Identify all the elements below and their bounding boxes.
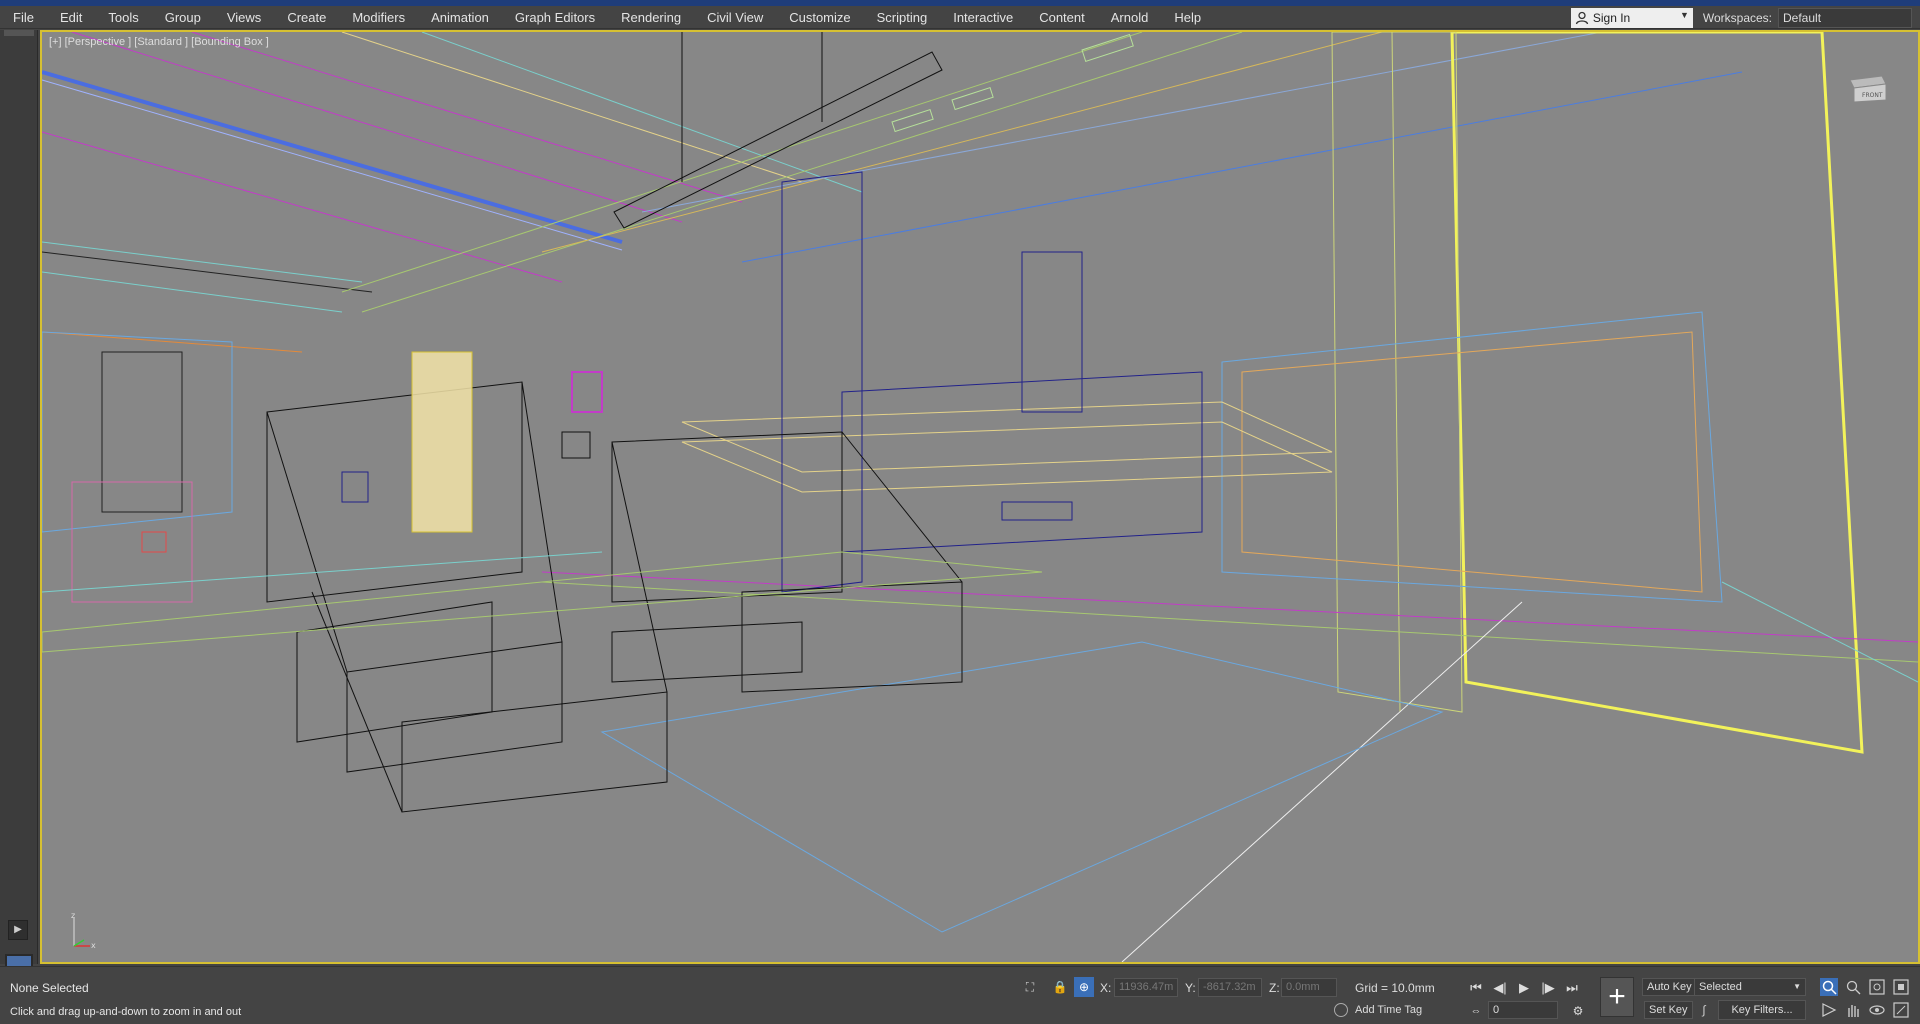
absolute-mode-icon[interactable]: ⊕ bbox=[1074, 977, 1094, 997]
svg-text:x: x bbox=[91, 941, 96, 950]
selection-status: None Selected bbox=[10, 981, 89, 995]
orbit-icon[interactable] bbox=[1868, 1001, 1886, 1019]
current-frame-field[interactable]: 0 bbox=[1488, 1001, 1558, 1019]
lock-selection-icon[interactable]: 🔒 bbox=[1050, 977, 1070, 997]
menu-arnold[interactable]: Arnold bbox=[1098, 6, 1162, 29]
workspaces-label: Workspaces: bbox=[1702, 10, 1772, 25]
time-config-icon[interactable]: ⇔ bbox=[1466, 1001, 1486, 1021]
key-filters-button[interactable]: Key Filters... bbox=[1718, 1000, 1806, 1020]
field-of-view-icon[interactable] bbox=[1820, 1001, 1838, 1019]
menu-interactive[interactable]: Interactive bbox=[940, 6, 1026, 29]
menu-animation[interactable]: Animation bbox=[418, 6, 502, 29]
left-toolbar: ▶ bbox=[0, 30, 38, 990]
menu-create[interactable]: Create bbox=[274, 6, 339, 29]
menu-right-group: Sign In ▼ Workspaces: Default bbox=[1570, 6, 1920, 29]
z-label: Z: bbox=[1269, 981, 1280, 995]
menu-group[interactable]: Group bbox=[152, 6, 214, 29]
zoom-icon[interactable] bbox=[1820, 978, 1838, 996]
menu-edit[interactable]: Edit bbox=[47, 6, 95, 29]
play-icon[interactable]: ▶ bbox=[1514, 978, 1534, 998]
axis-tripod-icon: z x bbox=[71, 912, 96, 950]
x-coordinate-field[interactable]: 11936.47m bbox=[1114, 978, 1178, 997]
perspective-viewport[interactable]: [+] [Perspective ] [Standard ] [Bounding… bbox=[40, 30, 1920, 964]
viewport-label[interactable]: [+] [Perspective ] [Standard ] [Bounding… bbox=[49, 36, 269, 48]
menu-civil-view[interactable]: Civil View bbox=[694, 6, 776, 29]
z-coordinate-field[interactable]: 0.0mm bbox=[1281, 978, 1337, 997]
play-expand-icon[interactable]: ▶ bbox=[8, 920, 28, 940]
viewcube-label: FRONT bbox=[1862, 92, 1883, 99]
wireframe-scene bbox=[42, 32, 1918, 962]
menu-views[interactable]: Views bbox=[214, 6, 274, 29]
menu-customize[interactable]: Customize bbox=[776, 6, 863, 29]
status-bar: None Selected Click and drag up-and-down… bbox=[0, 966, 1920, 1024]
go-to-end-icon[interactable]: ⏭ bbox=[1562, 978, 1582, 998]
go-to-start-icon[interactable]: ⏮ bbox=[1466, 978, 1486, 998]
menu-tools[interactable]: Tools bbox=[95, 6, 151, 29]
previous-frame-icon[interactable]: ◀| bbox=[1490, 978, 1510, 998]
key-mode-icon[interactable]: ∫ bbox=[1694, 1000, 1714, 1020]
maximize-viewport-icon[interactable] bbox=[1892, 1001, 1910, 1019]
menu-rendering[interactable]: Rendering bbox=[608, 6, 694, 29]
workspace-select[interactable]: Default bbox=[1778, 7, 1912, 28]
auto-key-button[interactable]: Auto Key bbox=[1642, 978, 1697, 996]
chevron-down-icon: ▼ bbox=[1793, 982, 1801, 991]
menu-modifiers[interactable]: Modifiers bbox=[339, 6, 418, 29]
time-configuration-icon[interactable]: ⚙ bbox=[1568, 1001, 1588, 1021]
zoom-extents-icon[interactable] bbox=[1868, 978, 1886, 996]
next-frame-icon[interactable]: |▶ bbox=[1538, 978, 1558, 998]
sign-in-label: Sign In bbox=[1592, 10, 1631, 25]
toolbar-handle[interactable] bbox=[4, 30, 34, 36]
menu-bar: File Edit Tools Group Views Create Modif… bbox=[0, 6, 1920, 29]
menu-file[interactable]: File bbox=[0, 6, 47, 29]
key-selection-value: Selected bbox=[1699, 981, 1742, 993]
set-keys-icon[interactable]: + bbox=[1600, 977, 1634, 1017]
key-selection-dropdown[interactable]: Selected ▼ bbox=[1694, 978, 1806, 996]
menu-graph-editors[interactable]: Graph Editors bbox=[502, 6, 608, 29]
svg-text:z: z bbox=[71, 912, 75, 920]
pan-hand-icon[interactable] bbox=[1844, 1001, 1862, 1019]
x-label: X: bbox=[1100, 981, 1112, 995]
y-label: Y: bbox=[1185, 981, 1196, 995]
chevron-down-icon: ▼ bbox=[1679, 9, 1689, 20]
zoom-extents-all-icon[interactable] bbox=[1892, 978, 1910, 996]
sign-in-dropdown[interactable]: Sign In ▼ bbox=[1570, 7, 1693, 28]
set-key-button[interactable]: Set Key bbox=[1644, 1001, 1693, 1019]
y-coordinate-field[interactable]: -8617.32m bbox=[1198, 978, 1262, 997]
zoom-all-icon[interactable] bbox=[1844, 978, 1862, 996]
prompt-hint: Click and drag up-and-down to zoom in an… bbox=[10, 1006, 242, 1018]
menu-content[interactable]: Content bbox=[1026, 6, 1098, 29]
add-time-tag[interactable]: Add Time Tag bbox=[1355, 1004, 1422, 1016]
time-tag-icon bbox=[1334, 1003, 1348, 1017]
user-icon bbox=[1575, 11, 1589, 24]
menu-help[interactable]: Help bbox=[1161, 6, 1214, 29]
grid-size: Grid = 10.0mm bbox=[1355, 981, 1435, 995]
isolate-icon[interactable]: ⛶ bbox=[1020, 977, 1040, 997]
viewcube-icon[interactable]: FRONT bbox=[1846, 70, 1890, 104]
menu-scripting[interactable]: Scripting bbox=[864, 6, 941, 29]
